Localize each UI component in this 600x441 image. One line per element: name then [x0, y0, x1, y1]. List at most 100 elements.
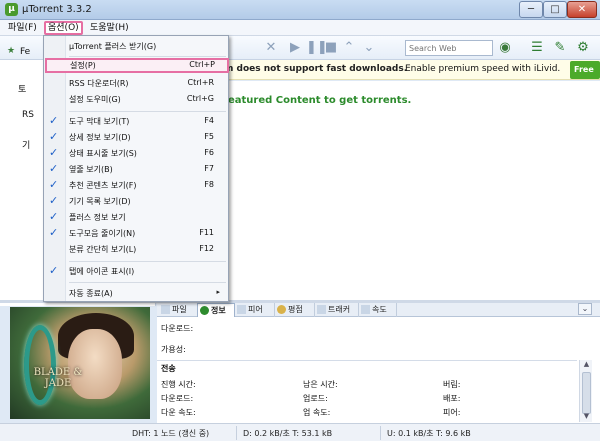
menu-item-show-devices[interactable]: ✓ 기기 목록 보기(D): [44, 194, 228, 209]
remove-icon[interactable]: ✕: [264, 41, 278, 55]
list-view-icon[interactable]: ☰: [530, 41, 544, 55]
elapsed-label: 진행 시간:: [161, 380, 196, 389]
free-button[interactable]: Free: [570, 61, 600, 79]
preview-logo: BLADE & JADE: [33, 367, 83, 389]
menu-item-show-details[interactable]: ✓ 상세 정보 보기(D) F5: [44, 130, 228, 145]
maximize-button[interactable]: □: [543, 1, 567, 18]
menu-item-show-featured[interactable]: ✓ 추천 콘텐츠 보기(F) F8: [44, 178, 228, 193]
info-icon: [200, 306, 209, 315]
banner-warning-text: m does not support fast downloads.: [224, 64, 408, 74]
menu-item-rss-downloader[interactable]: RSS 다운로더(R) Ctrl+R: [44, 76, 228, 91]
menu-file[interactable]: 파일(F): [4, 21, 41, 35]
menu-item-show-plus-info[interactable]: ✓ 플러스 정보 보기: [44, 210, 228, 225]
dht-status: DHT: 1 노드 (갱신 중): [132, 429, 210, 438]
scroll-up-icon[interactable]: ▲: [580, 360, 593, 370]
menu-item-shrink-toolbar[interactable]: ✓ 도구모음 줄이기(N) F11: [44, 226, 228, 241]
menu-item-preferences[interactable]: 설정(P) Ctrl+P: [45, 58, 229, 73]
menu-item-get-plus[interactable]: µTorrent 플러스 받기(G): [44, 39, 228, 54]
checkmark-icon: ✓: [49, 146, 59, 159]
checkmark-icon: ✓: [49, 162, 59, 175]
detail-tabs: 파일 정보 피어 평점 트래커 속도: [157, 303, 600, 317]
status-separator: [380, 426, 381, 440]
title-bar: µ µTorrent 3.3.2 ─ □ ✕: [0, 0, 600, 20]
pause-icon[interactable]: ❚❚: [306, 41, 328, 55]
menu-item-show-statusbar[interactable]: ✓ 상태 표시줄 보기(S) F6: [44, 146, 228, 161]
menu-bar: 파일(F) 옵션(O) 도움말(H): [0, 20, 600, 36]
checkmark-icon: ✓: [49, 130, 59, 143]
start-icon[interactable]: ▶: [288, 41, 302, 55]
tab-files[interactable]: 파일: [159, 303, 199, 317]
scroll-down-icon[interactable]: ▼: [580, 412, 593, 422]
preview-ring: [24, 325, 56, 405]
download-status: D: 0.2 kB/초 T: 53.1 kB: [243, 429, 333, 438]
gear-icon[interactable]: ⚙: [576, 41, 590, 55]
sidebar-item-torrents[interactable]: 토: [18, 82, 26, 95]
tab-peers[interactable]: 피어: [235, 303, 275, 317]
stop-icon[interactable]: ■: [324, 41, 338, 55]
menu-separator: [69, 261, 226, 262]
transfer-header: 전송: [161, 364, 176, 373]
uploaded-label: 업로드:: [303, 394, 328, 403]
files-icon: [161, 305, 170, 314]
checkmark-icon: ✓: [49, 226, 59, 239]
checkmark-icon: ✓: [49, 178, 59, 191]
status-bar: DHT: 1 노드 (갱신 중) D: 0.2 kB/초 T: 53.1 kB …: [0, 423, 600, 441]
wasted-label: 버림:: [443, 380, 461, 389]
tab-speed[interactable]: 속도: [359, 303, 397, 317]
menu-options[interactable]: 옵션(O): [44, 21, 83, 35]
remaining-label: 남은 시간:: [303, 380, 338, 389]
move-up-icon[interactable]: ⌃: [342, 41, 356, 55]
speed-icon: [361, 305, 370, 314]
search-input[interactable]: [405, 40, 493, 56]
ratings-icon: [277, 305, 286, 314]
close-button[interactable]: ✕: [567, 1, 597, 18]
utorrent-logo-icon: µ: [5, 3, 18, 16]
checkmark-icon: ✓: [49, 194, 59, 207]
download-label: 다운로드:: [161, 324, 194, 333]
downloaded-label: 다운로드:: [161, 394, 194, 403]
peers-icon: [237, 305, 246, 314]
menu-item-compact-categories[interactable]: 분류 간단히 보기(L) F12: [44, 242, 228, 257]
window-title: µTorrent 3.3.2: [22, 4, 92, 15]
sidebar-item-rss[interactable]: RS: [22, 110, 34, 120]
peers-label: 피어:: [443, 408, 461, 417]
submenu-arrow-icon: ▸: [216, 288, 220, 296]
trackers-icon: [317, 305, 326, 314]
sidebar-item-featured[interactable]: Fe: [20, 47, 30, 57]
menu-separator: [69, 56, 226, 57]
down-speed-label: 다운 속도:: [161, 408, 196, 417]
menu-item-auto-shutdown[interactable]: 자동 종료(A) ▸: [44, 286, 228, 301]
remote-icon[interactable]: ✎: [553, 41, 567, 55]
minimize-button[interactable]: ─: [519, 1, 543, 18]
menu-help[interactable]: 도움말(H): [86, 21, 133, 35]
tab-ratings[interactable]: 평점: [275, 303, 315, 317]
checkmark-icon: ✓: [49, 264, 59, 277]
menu-item-show-sidebar[interactable]: ✓ 옆줄 보기(B) F7: [44, 162, 228, 177]
transfer-section: 전송 진행 시간: 남은 시간: 버림: 다운로드: 업로드: 배포: 다운 속…: [157, 360, 577, 422]
featured-content-link[interactable]: eatured Content to get torrents.: [228, 95, 411, 106]
scroll-thumb[interactable]: [582, 372, 591, 414]
up-speed-label: 업 속도:: [303, 408, 331, 417]
upload-status: U: 0.1 kB/초 T: 9.6 kB: [387, 429, 471, 438]
seeds-label: 배포:: [443, 394, 461, 403]
feed-star-icon: ★: [7, 46, 16, 56]
ad-preview-image[interactable]: BLADE & JADE: [10, 307, 150, 419]
menu-separator: [69, 282, 226, 283]
tab-trackers[interactable]: 트래커: [315, 303, 359, 317]
collapse-panel-button[interactable]: ⌄: [578, 303, 592, 315]
menu-item-setup-guide[interactable]: 설정 도우미(G) Ctrl+G: [44, 92, 228, 107]
menu-item-tab-icons[interactable]: ✓ 탭에 아이콘 표시(I): [44, 264, 228, 279]
menu-separator: [69, 111, 226, 112]
info-scrollbar[interactable]: ▲ ▼: [579, 360, 592, 422]
banner-promo-text: Enable premium speed with iLivid.: [405, 64, 561, 74]
availability-label: 가용성:: [161, 345, 186, 354]
menu-item-show-toolbar[interactable]: ✓ 도구 막대 보기(T) F4: [44, 114, 228, 129]
tab-info[interactable]: 정보: [197, 303, 235, 317]
globe-search-icon[interactable]: ◉: [498, 41, 512, 55]
move-down-icon[interactable]: ⌄: [362, 41, 376, 55]
checkmark-icon: ✓: [49, 114, 59, 127]
checkmark-icon: ✓: [49, 210, 59, 223]
sidebar-item-devices[interactable]: 기: [22, 138, 30, 151]
options-dropdown-menu: µTorrent 플러스 받기(G) 설정(P) Ctrl+P RSS 다운로더…: [43, 35, 229, 302]
status-separator: [236, 426, 237, 440]
